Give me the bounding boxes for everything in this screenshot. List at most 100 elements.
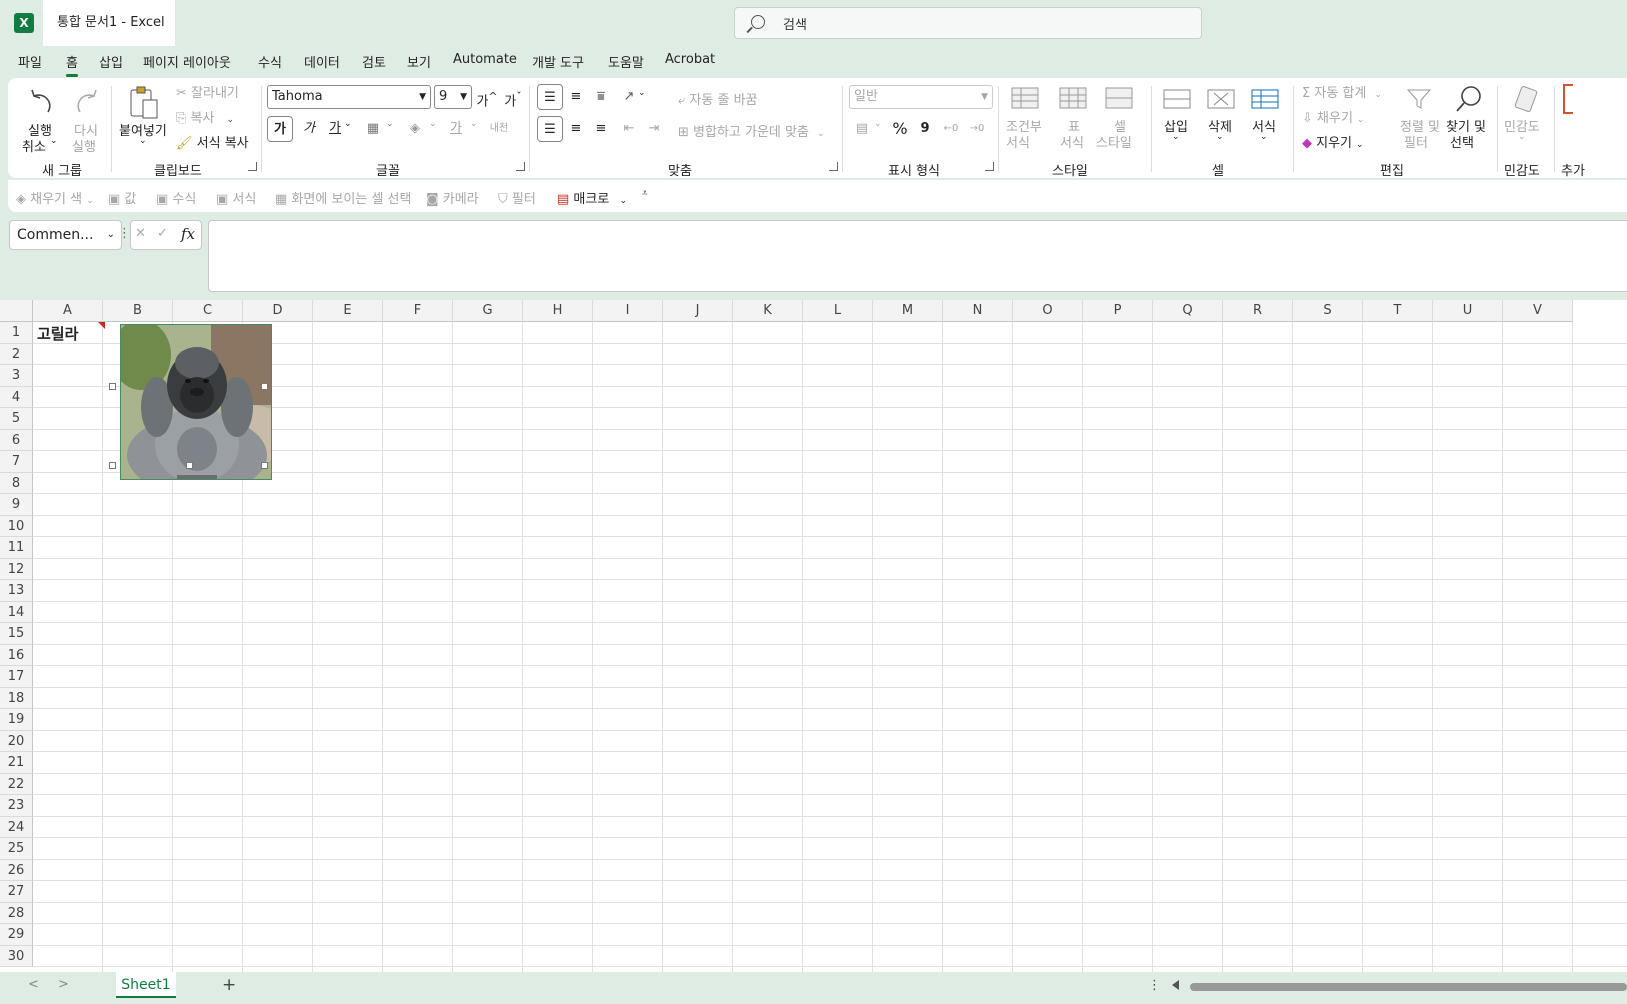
alignment-launcher-icon[interactable] bbox=[829, 162, 838, 171]
cell-styles-button[interactable]: 셀 스타일 bbox=[1096, 82, 1142, 154]
align-center-button[interactable]: ≡ bbox=[563, 116, 589, 142]
qa-paste-formulas-button[interactable]: ▣ 수식 bbox=[156, 188, 196, 207]
confirm-edit-icon[interactable]: ✓ bbox=[157, 226, 168, 241]
column-header-q[interactable]: Q bbox=[1153, 300, 1223, 322]
tab-data[interactable]: 데이터 bbox=[304, 52, 340, 71]
tab-automate[interactable]: Automate bbox=[453, 52, 517, 67]
tab-file[interactable]: 파일 bbox=[18, 52, 42, 71]
row-header-29[interactable]: 29 bbox=[0, 924, 33, 946]
resize-handle[interactable] bbox=[261, 383, 268, 390]
delete-cells-button[interactable]: 삭제 ⌄ bbox=[1202, 82, 1242, 154]
conditional-formatting-button[interactable]: 조건부 서식 bbox=[1002, 82, 1048, 154]
column-header-d[interactable]: D bbox=[243, 300, 313, 322]
column-header-v[interactable]: V bbox=[1503, 300, 1573, 322]
row-header-5[interactable]: 5 bbox=[0, 408, 33, 430]
qa-macro-button[interactable]: ▤ 매크로 ⌄ bbox=[557, 188, 627, 207]
find-select-button[interactable]: 찾기 및 선택 bbox=[1444, 82, 1490, 154]
row-header-12[interactable]: 12 bbox=[0, 558, 33, 580]
row-header-11[interactable]: 11 bbox=[0, 537, 33, 559]
row-header-27[interactable]: 27 bbox=[0, 881, 33, 903]
percent-button[interactable]: % bbox=[887, 116, 913, 142]
column-header-o[interactable]: O bbox=[1013, 300, 1083, 322]
resize-handle[interactable] bbox=[186, 462, 193, 469]
row-header-6[interactable]: 6 bbox=[0, 429, 33, 451]
add-sheet-button[interactable]: + bbox=[222, 975, 236, 995]
tab-review[interactable]: 검토 bbox=[362, 52, 386, 71]
column-header-a[interactable]: A bbox=[33, 300, 103, 322]
sort-filter-button[interactable]: 정렬 및 필터 bbox=[1396, 82, 1440, 154]
row-header-14[interactable]: 14 bbox=[0, 601, 33, 623]
format-cells-button[interactable]: 서식 ⌄ bbox=[1246, 82, 1286, 154]
sensitivity-button[interactable]: 민감도 ⌄ bbox=[1502, 82, 1548, 154]
next-sheet-icon[interactable]: > bbox=[58, 977, 69, 992]
wrap-text-button[interactable]: ⤶ 자동 줄 바꿈 bbox=[678, 89, 758, 108]
qa-paste-values-button[interactable]: ▣ 값 bbox=[108, 188, 136, 207]
row-header-4[interactable]: 4 bbox=[0, 386, 33, 408]
fill-button[interactable]: ⇩ 채우기 ⌄ bbox=[1302, 107, 1364, 126]
column-header-j[interactable]: J bbox=[663, 300, 733, 322]
shrink-font-button[interactable]: 가ˇ bbox=[500, 84, 526, 110]
bold-button[interactable]: 가 bbox=[267, 116, 293, 142]
row-header-20[interactable]: 20 bbox=[0, 730, 33, 752]
column-header-r[interactable]: R bbox=[1223, 300, 1293, 322]
search-box[interactable]: 검색 bbox=[734, 7, 1202, 39]
row-header-16[interactable]: 16 bbox=[0, 644, 33, 666]
row-header-24[interactable]: 24 bbox=[0, 816, 33, 838]
grow-font-button[interactable]: 가^ bbox=[474, 84, 500, 110]
autosum-button[interactable]: Σ 자동 합계 ⌄ bbox=[1302, 82, 1382, 101]
tab-formulas[interactable]: 수식 bbox=[258, 52, 282, 71]
resize-handle[interactable] bbox=[261, 462, 268, 469]
row-header-26[interactable]: 26 bbox=[0, 859, 33, 881]
insert-cells-button[interactable]: 삽입 ⌄ bbox=[1158, 82, 1198, 154]
cancel-edit-icon[interactable]: ✕ bbox=[135, 226, 146, 241]
copy-button[interactable]: ⎘ 복사 ⌄ bbox=[176, 107, 234, 126]
qa-paste-formatting-button[interactable]: ▣ 서식 bbox=[216, 188, 256, 207]
tab-acrobat[interactable]: Acrobat bbox=[665, 52, 715, 67]
column-header-i[interactable]: I bbox=[593, 300, 663, 322]
column-header-m[interactable]: M bbox=[873, 300, 943, 322]
row-header-30[interactable]: 30 bbox=[0, 945, 33, 967]
accounting-format-button[interactable]: ▤ bbox=[849, 116, 875, 142]
sheet-tab-sheet1[interactable]: Sheet1 bbox=[116, 972, 176, 998]
column-header-h[interactable]: H bbox=[523, 300, 593, 322]
row-header-1[interactable]: 1 bbox=[0, 322, 33, 344]
fill-color-button[interactable]: ◈ bbox=[402, 116, 428, 142]
column-header-n[interactable]: N bbox=[943, 300, 1013, 322]
column-header-e[interactable]: E bbox=[313, 300, 383, 322]
tab-insert[interactable]: 삽입 bbox=[99, 52, 123, 71]
row-header-19[interactable]: 19 bbox=[0, 709, 33, 731]
number-launcher-icon[interactable] bbox=[985, 162, 994, 171]
name-box[interactable]: Commen... ⌄ bbox=[9, 220, 122, 250]
column-header-l[interactable]: L bbox=[803, 300, 873, 322]
qa-filter-button[interactable]: ⛉ 필터 bbox=[498, 188, 536, 207]
tab-help[interactable]: 도움말 bbox=[608, 52, 644, 71]
prev-sheet-icon[interactable]: < bbox=[28, 977, 39, 992]
more-options-icon[interactable]: ⋮ bbox=[1148, 978, 1161, 993]
resize-handle[interactable] bbox=[109, 383, 116, 390]
gorilla-picture[interactable] bbox=[120, 324, 272, 480]
cut-button[interactable]: ✂ 잘라내기 bbox=[176, 82, 239, 101]
merge-center-button[interactable]: ⊞ 병합하고 가운데 맞춤 ⌄ bbox=[678, 121, 824, 140]
column-header-b[interactable]: B bbox=[103, 300, 173, 322]
align-right-button[interactable]: ≡ bbox=[588, 116, 614, 142]
resize-handle[interactable] bbox=[109, 462, 116, 469]
column-header-g[interactable]: G bbox=[453, 300, 523, 322]
document-title-tab[interactable]: 통합 문서1 - Excel bbox=[43, 0, 175, 46]
addin-icon[interactable] bbox=[1563, 84, 1573, 114]
font-color-button[interactable]: 가 bbox=[443, 116, 469, 142]
borders-button[interactable]: ▦ bbox=[360, 116, 386, 142]
row-header-18[interactable]: 18 bbox=[0, 687, 33, 709]
row-header-23[interactable]: 23 bbox=[0, 795, 33, 817]
select-all-corner[interactable] bbox=[0, 300, 33, 322]
format-painter-button[interactable]: 🖌 서식 복사 bbox=[176, 132, 249, 151]
horizontal-scrollbar[interactable] bbox=[1190, 983, 1627, 991]
row-header-10[interactable]: 10 bbox=[0, 515, 33, 537]
align-top-button[interactable]: ☰ bbox=[537, 84, 563, 110]
scroll-left-icon[interactable] bbox=[1172, 980, 1179, 990]
paste-button[interactable]: 붙여넣기 ⌄ bbox=[119, 82, 169, 154]
row-header-3[interactable]: 3 bbox=[0, 365, 33, 387]
font-launcher-icon[interactable] bbox=[516, 162, 525, 171]
align-middle-button[interactable]: ≡ bbox=[563, 84, 589, 110]
insert-function-button[interactable]: fx bbox=[181, 225, 195, 243]
tab-page-layout[interactable]: 페이지 레이아웃 bbox=[143, 52, 231, 71]
